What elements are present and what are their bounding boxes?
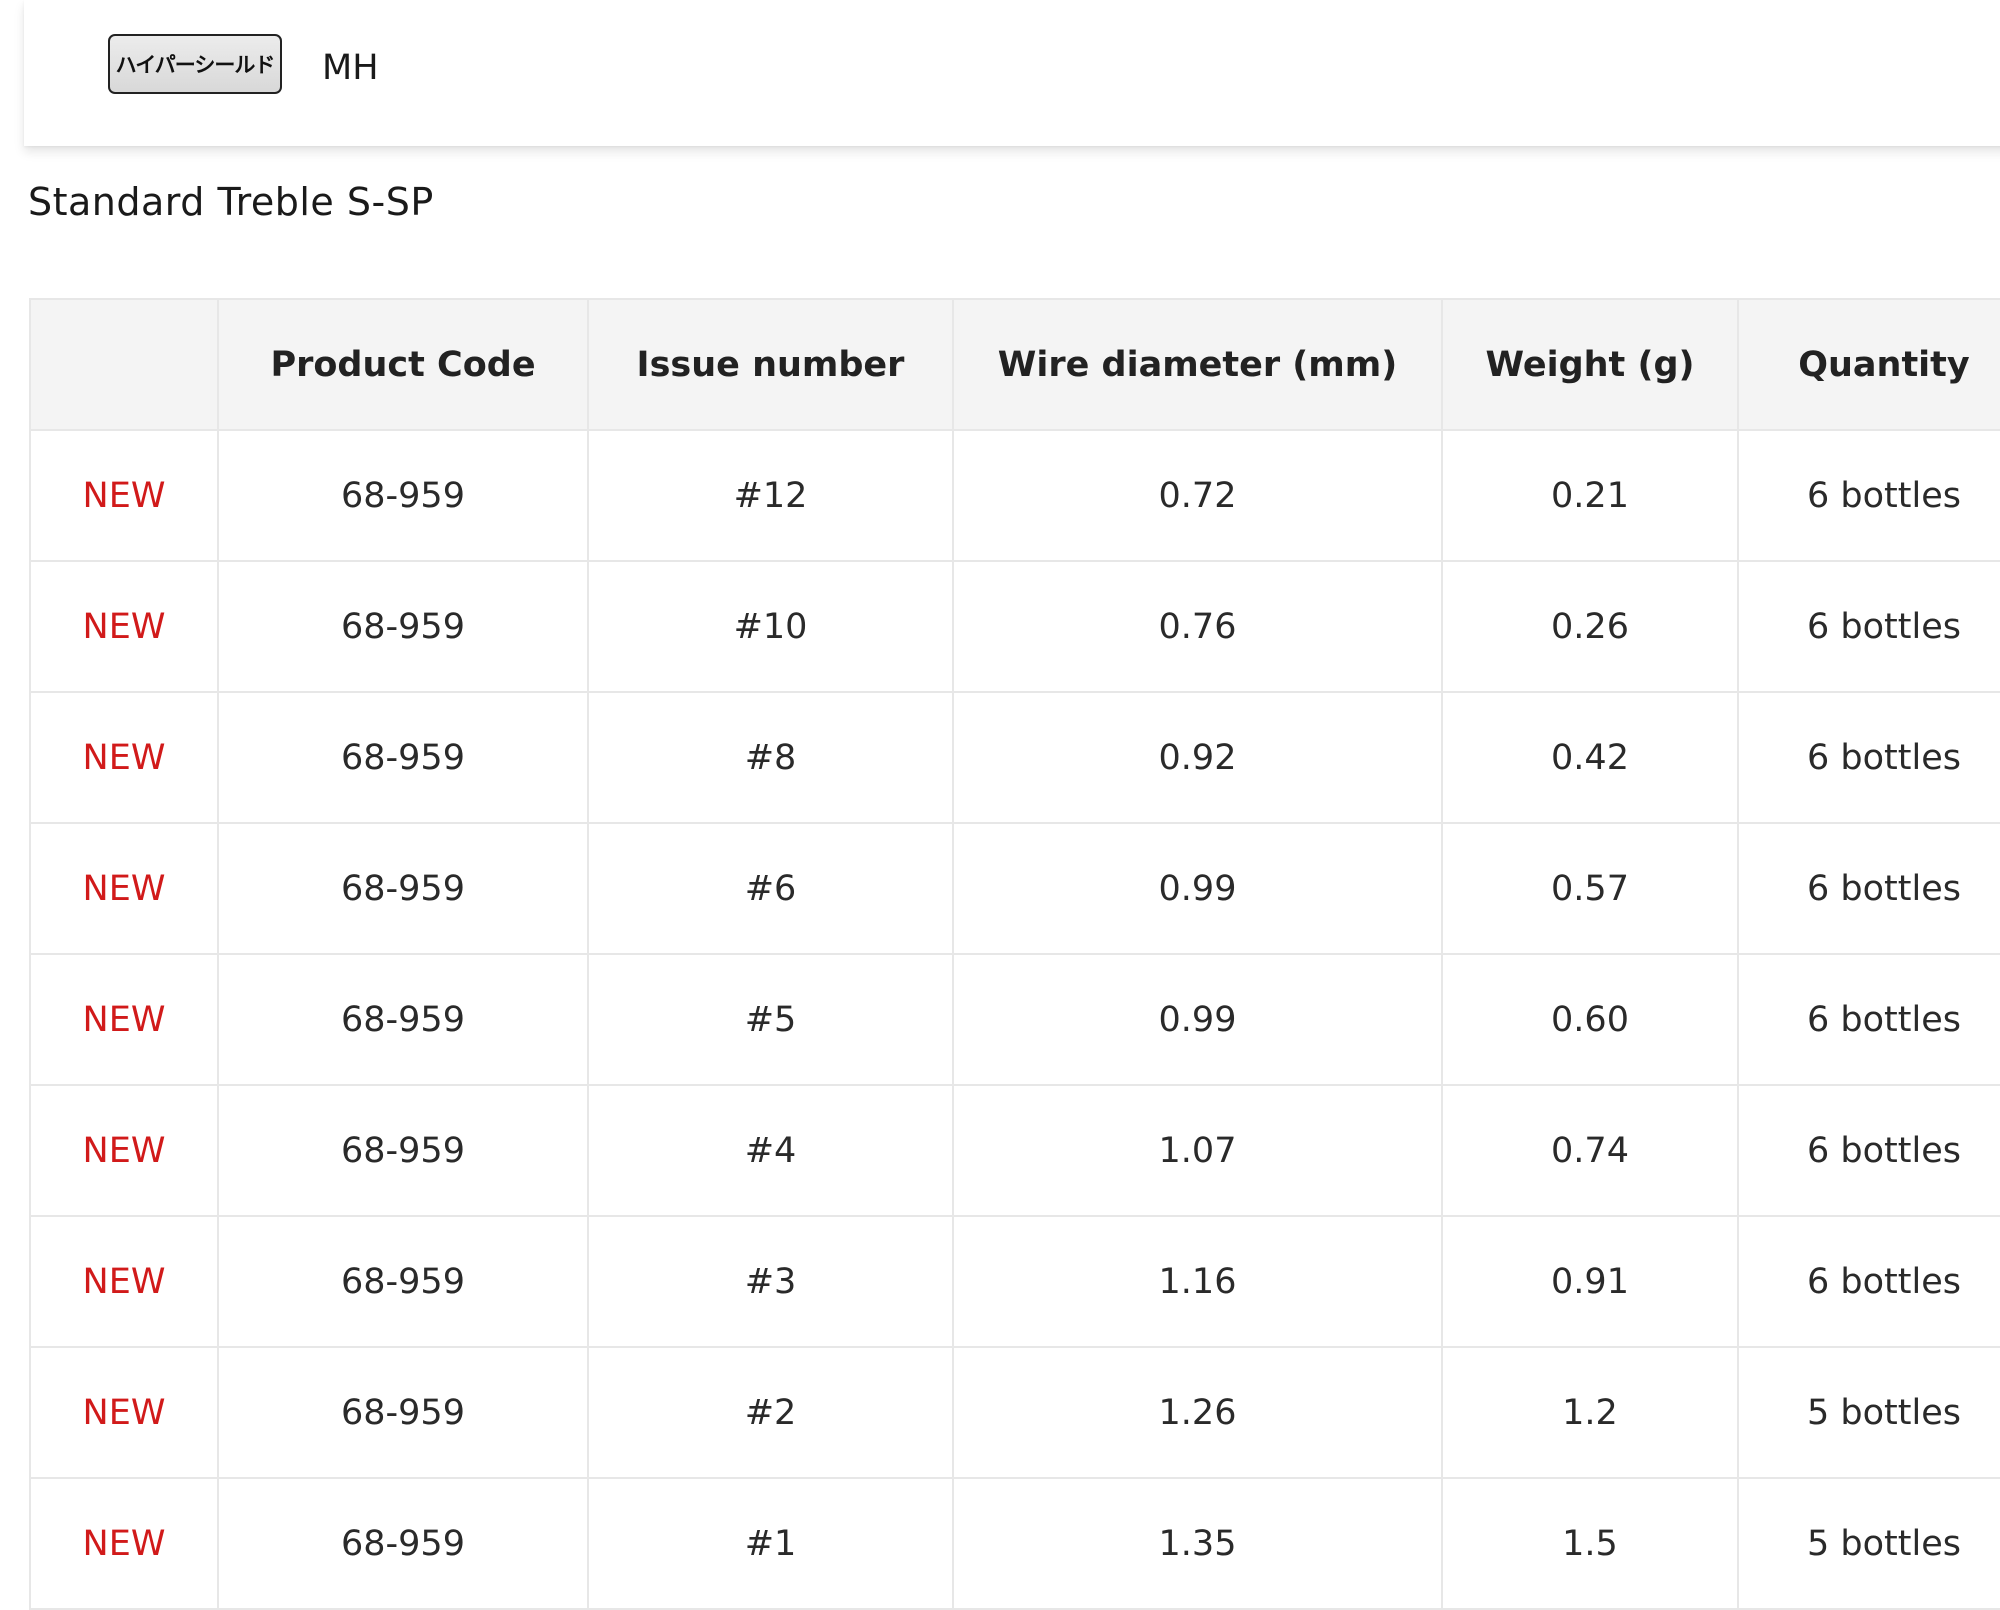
product-code-cell: 68-959 (217, 953, 589, 1086)
issue-number-cell: #6 (587, 822, 954, 955)
quantity-cell: 5 bottles (1737, 1346, 2000, 1479)
product-code-cell: 68-959 (217, 691, 589, 824)
wire-diameter-cell: 0.92 (952, 691, 1443, 824)
issue-number-cell: #12 (587, 429, 954, 562)
column-header-wire-diameter: Wire diameter (mm) (952, 298, 1443, 431)
weight-cell: 0.74 (1441, 1084, 1739, 1217)
section-title: Standard Treble S-SP (28, 180, 434, 224)
table-row: NEW 68-959 #3 1.16 0.91 6 bottles (29, 1215, 2000, 1348)
quantity-cell: 6 bottles (1737, 429, 2000, 562)
product-code-cell: 68-959 (217, 560, 589, 693)
issue-number-cell: #5 (587, 953, 954, 1086)
column-header-issue-number: Issue number (587, 298, 954, 431)
column-header-quantity: Quantity (1737, 298, 2000, 431)
wire-diameter-cell: 1.26 (952, 1346, 1443, 1479)
weight-cell: 0.57 (1441, 822, 1739, 955)
spec-table: Product Code Issue number Wire diameter … (29, 298, 2000, 1610)
table-header-row: Product Code Issue number Wire diameter … (29, 298, 2000, 431)
wire-diameter-cell: 0.99 (952, 953, 1443, 1086)
product-code-cell: 68-959 (217, 1477, 589, 1610)
weight-cell: 0.26 (1441, 560, 1739, 693)
product-code-cell: 68-959 (217, 822, 589, 955)
quantity-cell: 6 bottles (1737, 1084, 2000, 1217)
table-row: NEW 68-959 #6 0.99 0.57 6 bottles (29, 822, 2000, 955)
new-badge: NEW (29, 953, 219, 1086)
quantity-cell: 6 bottles (1737, 691, 2000, 824)
weight-cell: 0.60 (1441, 953, 1739, 1086)
new-badge: NEW (29, 1477, 219, 1610)
model-label: MH (322, 48, 379, 88)
column-header-tag (29, 298, 219, 431)
table-row: NEW 68-959 #5 0.99 0.60 6 bottles (29, 953, 2000, 1086)
table-row: NEW 68-959 #1 1.35 1.5 5 bottles (29, 1477, 2000, 1610)
table-row: NEW 68-959 #8 0.92 0.42 6 bottles (29, 691, 2000, 824)
issue-number-cell: #4 (587, 1084, 954, 1217)
product-code-cell: 68-959 (217, 1215, 589, 1348)
weight-cell: 0.42 (1441, 691, 1739, 824)
new-badge: NEW (29, 822, 219, 955)
new-badge: NEW (29, 1084, 219, 1217)
issue-number-cell: #3 (587, 1215, 954, 1348)
wire-diameter-cell: 1.16 (952, 1215, 1443, 1348)
quantity-cell: 6 bottles (1737, 953, 2000, 1086)
column-header-product-code: Product Code (217, 298, 589, 431)
hyper-shield-badge[interactable]: ハイパーシールド (108, 34, 282, 94)
column-header-weight: Weight (g) (1441, 298, 1739, 431)
new-badge: NEW (29, 1346, 219, 1479)
table-body: NEW 68-959 #12 0.72 0.21 6 bottles NEW 68-959 #1… (29, 429, 2000, 1610)
wire-diameter-cell: 1.07 (952, 1084, 1443, 1217)
weight-cell: 1.5 (1441, 1477, 1739, 1610)
product-code-cell: 68-959 (217, 429, 589, 562)
wire-diameter-cell: 0.72 (952, 429, 1443, 562)
product-code-cell: 68-959 (217, 1346, 589, 1479)
quantity-cell: 6 bottles (1737, 560, 2000, 693)
issue-number-cell: #1 (587, 1477, 954, 1610)
weight-cell: 0.21 (1441, 429, 1739, 562)
new-badge: NEW (29, 691, 219, 824)
wire-diameter-cell: 0.99 (952, 822, 1443, 955)
issue-number-cell: #10 (587, 560, 954, 693)
weight-cell: 1.2 (1441, 1346, 1739, 1479)
quantity-cell: 5 bottles (1737, 1477, 2000, 1610)
wire-diameter-cell: 1.35 (952, 1477, 1443, 1610)
issue-number-cell: #8 (587, 691, 954, 824)
weight-cell: 0.91 (1441, 1215, 1739, 1348)
table-row: NEW 68-959 #10 0.76 0.26 6 bottles (29, 560, 2000, 693)
new-badge: NEW (29, 560, 219, 693)
wire-diameter-cell: 0.76 (952, 560, 1443, 693)
table-row: NEW 68-959 #12 0.72 0.21 6 bottles (29, 429, 2000, 562)
quantity-cell: 6 bottles (1737, 822, 2000, 955)
product-code-cell: 68-959 (217, 1084, 589, 1217)
issue-number-cell: #2 (587, 1346, 954, 1479)
new-badge: NEW (29, 429, 219, 562)
table-row: NEW 68-959 #4 1.07 0.74 6 bottles (29, 1084, 2000, 1217)
new-badge: NEW (29, 1215, 219, 1348)
quantity-cell: 6 bottles (1737, 1215, 2000, 1348)
table-row: NEW 68-959 #2 1.26 1.2 5 bottles (29, 1346, 2000, 1479)
top-card: ハイパーシールド MH (24, 0, 2000, 146)
